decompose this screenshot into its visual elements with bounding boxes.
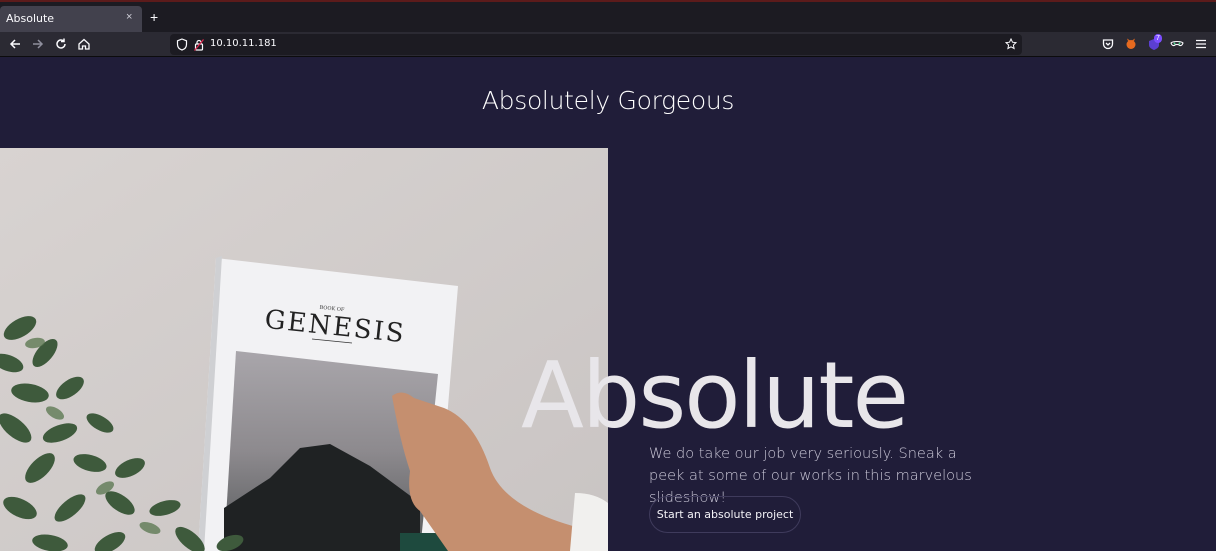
lock-icon[interactable] <box>194 39 204 51</box>
hero-photo: GENESIS BOOK OF <box>0 148 608 551</box>
tab-bar: Absolute × + <box>0 0 1216 32</box>
extension-mask-icon[interactable] <box>1170 37 1184 51</box>
book-and-plant-image: GENESIS BOOK OF <box>0 148 608 551</box>
url-text[interactable]: 10.10.11.181 <box>210 38 277 49</box>
start-project-button[interactable]: Start an absolute project <box>649 496 801 533</box>
extension-badge-count: 7 <box>1154 34 1162 43</box>
web-page: Absolutely Gorgeous GENESIS BOOK OF Abso… <box>0 58 1216 551</box>
menu-icon[interactable] <box>1194 37 1208 51</box>
forward-icon[interactable] <box>31 37 45 51</box>
hero-heading: Absolute <box>521 342 909 449</box>
navigation-bar: 10.10.11.181 7 <box>0 32 1216 57</box>
home-icon[interactable] <box>77 37 91 51</box>
site-title: Absolutely Gorgeous <box>481 86 735 115</box>
pocket-icon[interactable] <box>1101 37 1115 51</box>
back-icon[interactable] <box>8 37 22 51</box>
tab-title: Absolute <box>6 12 55 25</box>
active-tab[interactable]: Absolute × <box>0 6 142 32</box>
reload-icon[interactable] <box>54 37 68 51</box>
new-tab-button[interactable]: + <box>150 10 158 24</box>
url-bar[interactable]: 10.10.11.181 <box>170 34 1022 55</box>
shield-icon[interactable] <box>176 38 188 51</box>
bookmark-star-icon[interactable] <box>1005 38 1017 50</box>
tab-close-icon[interactable]: × <box>126 11 132 23</box>
extension-fox-icon[interactable] <box>1124 37 1138 51</box>
